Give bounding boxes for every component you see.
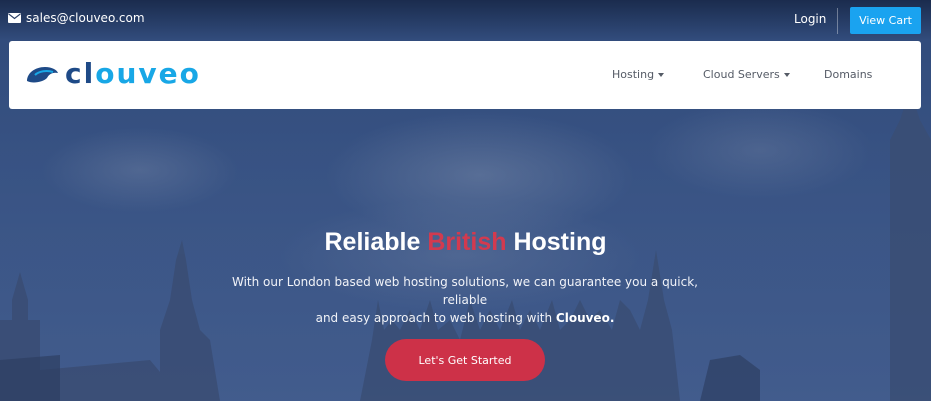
nav-label-cloud-servers: Cloud Servers: [703, 68, 780, 81]
login-link[interactable]: Login: [794, 12, 826, 26]
logo-wordmark: clouveo: [65, 59, 201, 89]
chevron-down-icon: [783, 73, 790, 77]
subtext-line1: With our London based web hosting soluti…: [232, 275, 698, 307]
main-navbar: clouveo Hosting Cloud Servers Domains: [9, 41, 921, 109]
nav-label-domains: Domains: [824, 68, 873, 81]
email-contact[interactable]: sales@clouveo.com: [8, 11, 145, 25]
headline-part2: Hosting: [506, 228, 607, 256]
subtext-line2: and easy approach to web hosting with: [315, 311, 556, 325]
topbar-divider: [837, 8, 838, 34]
logo-text-accent: ouveo: [95, 57, 201, 90]
nav-item-domains[interactable]: Domains: [824, 68, 872, 81]
hero-headline: Reliable British Hosting: [0, 228, 931, 257]
cloud-logo-icon: [27, 67, 58, 83]
subtext-brand: Clouveo.: [555, 311, 615, 325]
get-started-button[interactable]: Let's Get Started: [385, 339, 545, 381]
top-bar: sales@clouveo.com Login View Cart: [0, 0, 931, 40]
nav-item-cloud-servers[interactable]: Cloud Servers: [703, 68, 790, 81]
view-cart-button[interactable]: View Cart: [850, 7, 921, 34]
nav-label-hosting: Hosting: [612, 68, 655, 81]
logo-text-dark: cl: [65, 57, 96, 90]
hero-subtext: With our London based web hosting soluti…: [215, 273, 715, 327]
headline-accent: British: [427, 228, 507, 256]
clouveo-logo[interactable]: clouveo: [25, 59, 201, 89]
nav-item-hosting[interactable]: Hosting: [612, 68, 665, 81]
envelope-icon: [8, 13, 21, 23]
email-text: sales@clouveo.com: [26, 11, 145, 25]
headline-part1: Reliable: [324, 228, 428, 256]
chevron-down-icon: [658, 73, 665, 77]
